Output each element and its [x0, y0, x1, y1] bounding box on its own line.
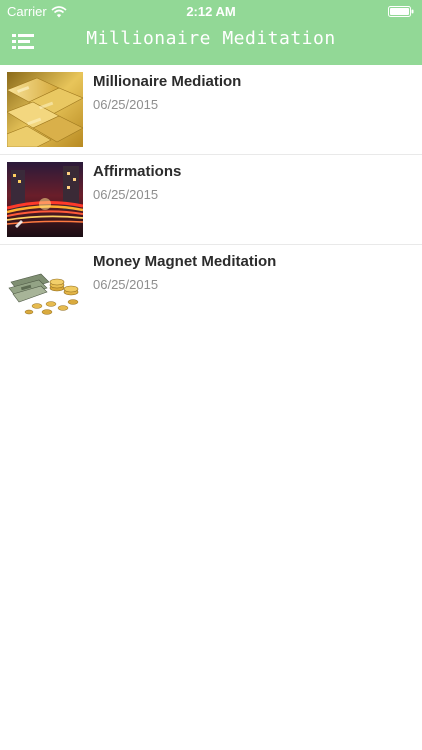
status-bar: Carrier 2:12 AM [0, 0, 422, 22]
item-title: Money Magnet Meditation [93, 253, 277, 270]
item-title: Millionaire Mediation [93, 73, 242, 90]
header: Carrier 2:12 AM Millionaire Meditation [0, 0, 422, 65]
money-coins-image [7, 252, 83, 327]
item-title: Affirmations [93, 163, 182, 180]
nav-bar: Millionaire Meditation [0, 22, 422, 65]
app-screen: Carrier 2:12 AM Millionaire Meditation M… [0, 0, 422, 750]
item-date: 06/25/2015 [93, 187, 159, 202]
menu-button[interactable] [8, 29, 40, 57]
battery-icon [388, 5, 414, 17]
list-item[interactable]: Money Magnet Meditation 06/25/2015 [0, 245, 422, 334]
item-date: 06/25/2015 [93, 277, 159, 292]
page-title: Millionaire Meditation [86, 28, 336, 49]
menu-list-icon [8, 29, 40, 57]
list-item[interactable]: Millionaire Mediation 06/25/2015 [0, 65, 422, 155]
city-lights-image [7, 162, 83, 237]
item-date: 06/25/2015 [93, 97, 159, 112]
gold-bars-image [7, 72, 83, 147]
meditation-list: Millionaire Mediation 06/25/2015 Affirma… [0, 65, 422, 334]
list-item[interactable]: Affirmations 06/25/2015 [0, 155, 422, 245]
status-time: 2:12 AM [186, 4, 236, 19]
